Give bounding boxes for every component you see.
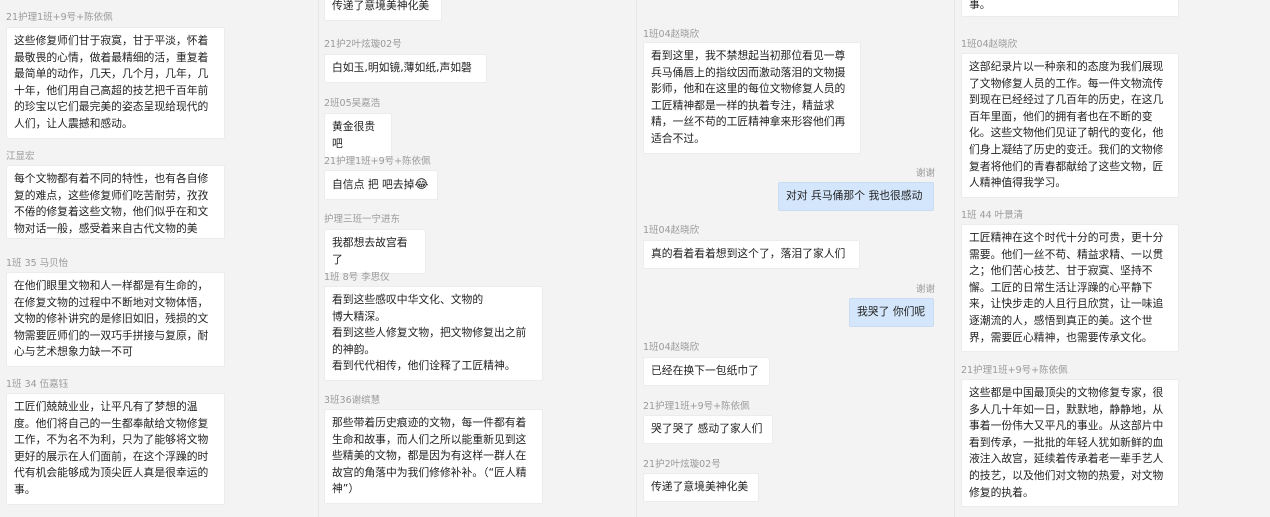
sender-name: 1班 44 叶景清: [961, 210, 1024, 221]
message-bubble[interactable]: 自信点 把 吧去掉😂: [324, 170, 438, 200]
sender-name: 1班 8号 李思仪: [324, 272, 390, 283]
sender-name: 1班04赵晓欣: [961, 39, 1018, 50]
message-bubble[interactable]: 哭了哭了 感动了家人们: [643, 415, 773, 444]
chat-column-2: 传递了意境美神化美 21护2叶炫璇02号 白如玉,明如镜,薄如纸,声如磬 2班0…: [318, 0, 636, 517]
sender-name: 护理三班一宁进东: [324, 214, 401, 225]
sender-name: 21护理1班+9号+陈依佩: [961, 365, 1068, 376]
message-bubble[interactable]: 传递了意境美神化美: [643, 473, 759, 502]
sender-name: 谢谢: [916, 168, 936, 179]
sender-name: 21护理1班+9号+陈依佩: [324, 156, 431, 167]
sender-name: 21护理1班+9号+陈依佩: [6, 12, 113, 23]
message-bubble[interactable]: 白如玉,明如镜,薄如纸,声如磬: [324, 54, 487, 83]
message-bubble[interactable]: 工匠们兢兢业业，让平凡有了梦想的温度。他们将自己的一生都奉献给文物修复工作，不为…: [6, 393, 225, 505]
my-message-bubble[interactable]: 我哭了 你们呢: [849, 298, 934, 327]
message-bubble[interactable]: 黄金很贵吧: [324, 113, 392, 159]
message-bubble[interactable]: 那些带着历史痕迹的文物，每一件都有着生命和故事，而人们之所以能重新见到这些精美的…: [324, 409, 543, 504]
sender-name: 1班 35 马贝怡: [6, 258, 69, 269]
chat-column-1: 21护理1班+9号+陈依佩 这些修复师们甘于寂寞，甘于平淡，怀着最敬畏的心情，做…: [0, 0, 318, 517]
message-bubble[interactable]: 传递了意境美神化美: [324, 0, 442, 21]
chat-column-4: 事。 1班04赵晓欣 这部纪录片以一种亲和的态度为我们展现了文物修复人员的工作。…: [954, 0, 1270, 517]
message-bubble[interactable]: 我都想去故宫看了: [324, 229, 426, 275]
message-bubble[interactable]: 这部纪录片以一种亲和的态度为我们展现了文物修复人员的工作。每一件文物流传到现在已…: [961, 53, 1179, 198]
sender-name: 1班04赵晓欣: [643, 29, 700, 40]
sender-name: 2班05吴嘉浩: [324, 98, 381, 109]
message-bubble[interactable]: 工匠精神在这个时代十分的可贵，更十分需要。他们一丝不苟、精益求精、一以贯之；他们…: [961, 224, 1179, 353]
message-bubble[interactable]: 每个文物都有着不同的特性，也有各自修复的难点，这些修复师们吃苦耐劳，孜孜不倦的修…: [6, 165, 225, 239]
message-bubble[interactable]: 这些都是中国最顶尖的文物修复专家，很多人几十年如一日，默默地，静静地，从事着一份…: [961, 379, 1179, 508]
sender-name: 1班 34 伍嘉钰: [6, 379, 69, 390]
sender-name: 1班04赵晓欣: [643, 225, 700, 236]
sender-name: 21护2叶炫璇02号: [643, 459, 721, 470]
sender-name: 江显宏: [6, 151, 35, 162]
message-bubble[interactable]: 看到这些感叹中华文化、文物的 博大精深。 看到这些人修复文物，把文物修复出之前的…: [324, 286, 543, 381]
message-bubble[interactable]: 看到这里，我不禁想起当初那位看见一尊兵马俑唇上的指纹因而激动落泪的文物摄影师，他…: [643, 42, 861, 154]
sender-name: 21护2叶炫璇02号: [324, 39, 402, 50]
message-bubble[interactable]: 在他们眼里文物和人一样都是有生命的，在修复文物的过程中不断地对文物体悟，文物的修…: [6, 272, 225, 367]
message-bubble[interactable]: 事。: [961, 0, 1179, 17]
message-text: 自信点 把 吧去掉: [332, 178, 415, 191]
sender-name: 3班36谢缤慧: [324, 395, 381, 406]
sender-name: 1班04赵晓欣: [643, 342, 700, 353]
message-bubble[interactable]: 已经在换下一包纸巾了: [643, 357, 770, 386]
message-bubble[interactable]: 真的看着看着想到这个了，落泪了家人们: [643, 240, 860, 269]
chat-column-3: 1班04赵晓欣 看到这里，我不禁想起当初那位看见一尊兵马俑唇上的指纹因而激动落泪…: [636, 0, 954, 517]
sender-name: 谢谢: [916, 284, 936, 295]
message-bubble[interactable]: 这些修复师们甘于寂寞，甘于平淡，怀着最敬畏的心情，做着最精细的活，重复着最简单的…: [6, 27, 225, 139]
sender-name: 21护理1班+9号+陈依佩: [643, 401, 750, 412]
my-message-bubble[interactable]: 对对 兵马俑那个 我也很感动: [778, 182, 934, 211]
laugh-cry-emoji-icon: 😂: [414, 177, 429, 191]
